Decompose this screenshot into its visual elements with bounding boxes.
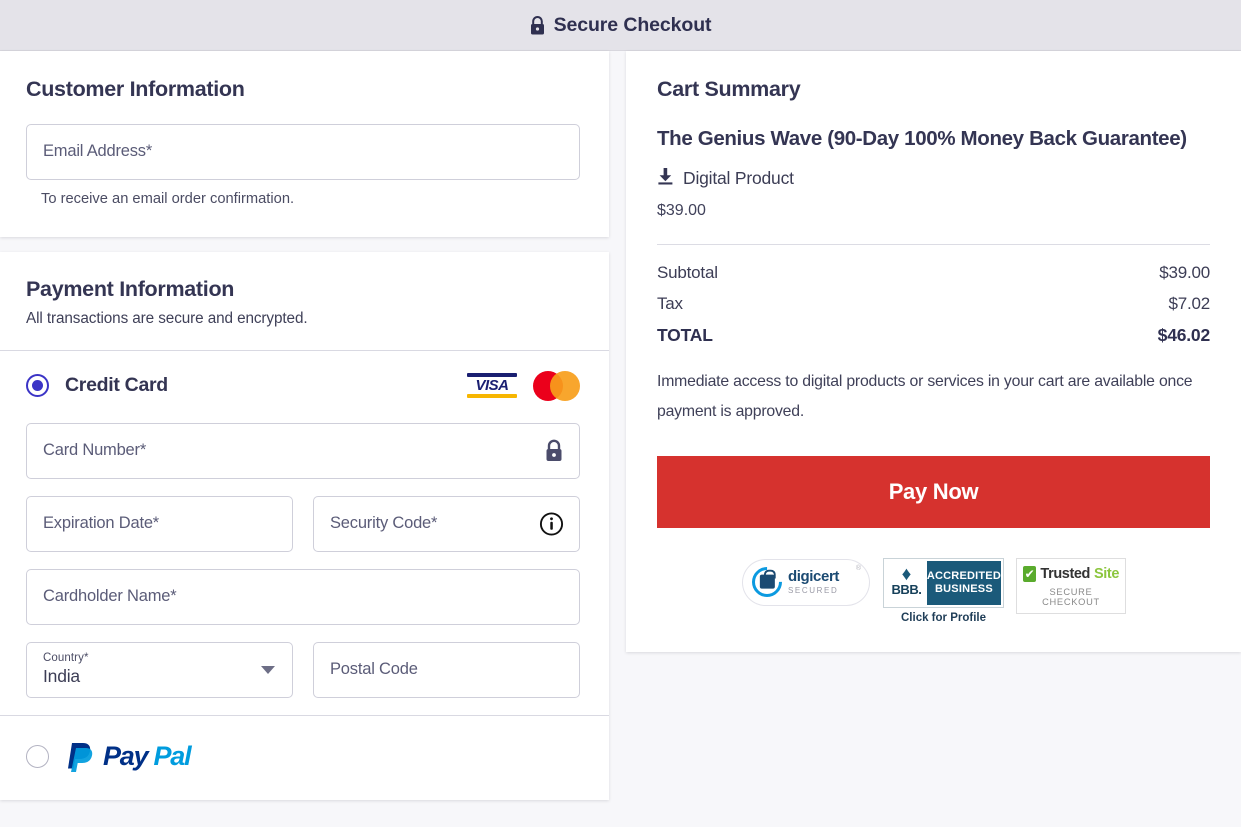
payment-method-paypal[interactable]: Pay Pal (0, 716, 609, 800)
postal-code-placeholder: Postal Code (330, 660, 418, 679)
total-value: $46.02 (1158, 325, 1210, 346)
postal-code-field[interactable]: Postal Code (313, 642, 580, 698)
card-brand-logos: VISA (467, 371, 580, 401)
cart-divider (657, 244, 1210, 245)
product-type-row: Digital Product (657, 167, 1210, 190)
digicert-registered-mark: ® (856, 565, 861, 572)
digicert-lock-icon (746, 561, 788, 603)
chevron-down-icon[interactable] (261, 666, 275, 674)
mastercard-logo (533, 371, 580, 401)
checkout-form-column: Customer Information Email Address* To r… (0, 51, 609, 800)
expiration-date-field[interactable]: Expiration Date* (26, 496, 293, 552)
secure-checkout-header: Secure Checkout (0, 0, 1241, 51)
credit-card-label: Credit Card (65, 374, 168, 397)
trustedsite-part2: Site (1094, 566, 1119, 582)
paypal-logo-part1: Pay (103, 741, 147, 772)
bbb-torch-icon: ♦ BBB. (886, 561, 927, 605)
cart-summary-title: Cart Summary (657, 77, 1210, 103)
paypal-radio[interactable] (26, 745, 49, 768)
digital-access-note: Immediate access to digital products or … (657, 367, 1210, 427)
payment-method-credit-card[interactable]: Credit Card VISA (0, 351, 609, 401)
subtotal-value: $39.00 (1159, 263, 1210, 283)
check-icon: ✔ (1023, 566, 1036, 582)
info-icon[interactable] (539, 511, 564, 536)
credit-card-radio[interactable] (26, 374, 49, 397)
secure-checkout-title: Secure Checkout (554, 14, 712, 37)
tax-row: Tax $7.02 (657, 294, 1210, 314)
payment-information-card: Payment Information All transactions are… (0, 252, 609, 800)
trustedsite-subtitle: SECURE CHECKOUT (1023, 587, 1119, 607)
tax-label: Tax (657, 294, 683, 314)
card-number-field[interactable]: Card Number* (26, 423, 580, 479)
payment-information-title: Payment Information (26, 277, 583, 303)
pay-now-button[interactable]: Pay Now (657, 456, 1210, 528)
cart-summary-card: Cart Summary The Genius Wave (90-Day 100… (626, 51, 1241, 652)
paypal-logo: Pay Pal (65, 740, 190, 774)
download-icon (657, 167, 674, 190)
country-select[interactable]: Country* India (26, 642, 293, 698)
expiration-date-placeholder: Expiration Date* (43, 514, 159, 533)
cart-summary-column: Cart Summary The Genius Wave (90-Day 100… (626, 51, 1241, 652)
checkout-page: Secure Checkout Customer Information Ema… (0, 0, 1241, 827)
payment-information-subtitle: All transactions are secure and encrypte… (26, 310, 583, 328)
trustedsite-badge[interactable]: ✔ Trusted Site SECURE CHECKOUT (1017, 559, 1125, 613)
digicert-badge[interactable]: digicert SECURED ® (742, 559, 870, 606)
lock-icon (530, 16, 545, 35)
digicert-secured-label: SECURED (788, 587, 839, 595)
cardholder-name-placeholder: Cardholder Name* (43, 587, 176, 606)
product-name: The Genius Wave (90-Day 100% Money Back … (657, 125, 1210, 153)
bbb-accredited-label: ACCREDITED (927, 570, 1001, 583)
bbb-business-label: BUSINESS (927, 583, 1001, 596)
tax-value: $7.02 (1168, 294, 1210, 314)
trustedsite-part1: Trusted (1040, 566, 1090, 582)
product-type-label: Digital Product (683, 168, 794, 189)
customer-information-card: Customer Information Email Address* To r… (0, 51, 609, 237)
security-code-placeholder: Security Code* (330, 514, 437, 533)
lock-icon (544, 439, 564, 463)
credit-card-fields: Card Number* Expiration Date* (0, 401, 609, 715)
paypal-mark-icon (65, 740, 97, 774)
bbb-badge[interactable]: ♦ BBB. ACCREDITED BUSINESS Click for Pro… (884, 559, 1003, 624)
paypal-logo-part2: Pal (153, 741, 190, 772)
card-number-placeholder: Card Number* (43, 441, 146, 460)
email-field[interactable]: Email Address* (26, 124, 580, 180)
country-value: India (43, 666, 80, 687)
email-placeholder: Email Address* (43, 142, 152, 161)
cardholder-name-field[interactable]: Cardholder Name* (26, 569, 580, 625)
digicert-name: digicert (788, 569, 839, 584)
product-price: $39.00 (657, 202, 1210, 220)
email-helper-text: To receive an email order confirmation. (41, 191, 580, 207)
bbb-click-for-profile[interactable]: Click for Profile (884, 612, 1003, 624)
total-row: TOTAL $46.02 (657, 325, 1210, 346)
security-code-field[interactable]: Security Code* (313, 496, 580, 552)
country-label: Country* (43, 652, 89, 664)
visa-logo: VISA (467, 373, 517, 398)
subtotal-row: Subtotal $39.00 (657, 263, 1210, 283)
subtotal-label: Subtotal (657, 263, 718, 283)
total-label: TOTAL (657, 325, 713, 346)
trust-badges: digicert SECURED ® ♦ BBB. (657, 559, 1210, 624)
bbb-abbreviation: BBB. (892, 582, 922, 597)
customer-information-title: Customer Information (26, 77, 580, 103)
